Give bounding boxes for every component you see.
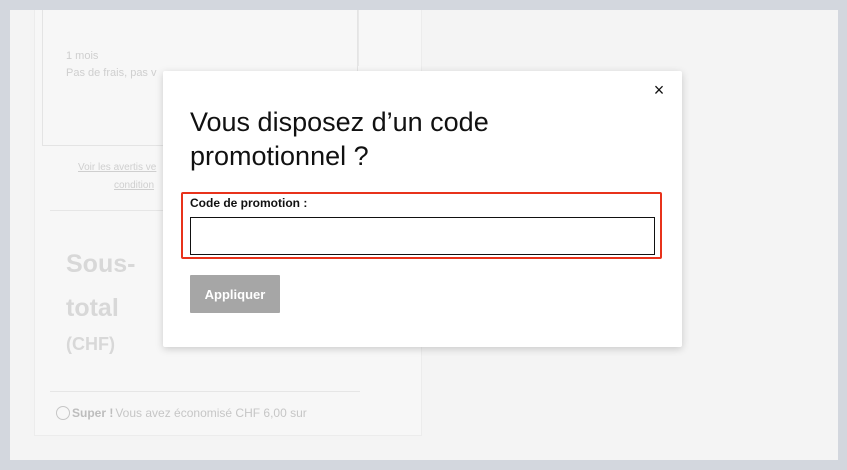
terms-link-line1[interactable]: Voir les avertis ve bbox=[78, 162, 156, 173]
savings-message: Super ! Vous avez économisé CHF 6,00 sur bbox=[56, 406, 307, 420]
savings-text: Vous avez économisé CHF 6,00 sur bbox=[115, 406, 307, 420]
page-viewport: 1 mois Pas de frais, pas v Voir les aver… bbox=[10, 10, 838, 460]
plan-fees: Pas de frais, pas v bbox=[66, 67, 157, 79]
subtotal-currency: (CHF) bbox=[66, 334, 115, 354]
brand-logo-icon bbox=[56, 406, 70, 420]
promo-code-modal: × Vous disposez d’un code promotionnel ?… bbox=[163, 71, 682, 347]
modal-title: Vous disposez d’un code promotionnel ? bbox=[190, 107, 489, 171]
close-icon[interactable]: × bbox=[648, 79, 670, 101]
promo-code-label: Code de promotion : bbox=[190, 196, 308, 210]
plan-duration: 1 mois bbox=[66, 50, 99, 62]
terms-link-line2[interactable]: condition bbox=[114, 180, 154, 191]
subtotal-label: Sous-total bbox=[66, 250, 136, 322]
savings-strong: Super ! bbox=[72, 406, 114, 420]
promo-code-input[interactable] bbox=[190, 217, 655, 255]
divider bbox=[50, 391, 360, 392]
apply-button[interactable]: Appliquer bbox=[190, 275, 280, 313]
side-column bbox=[358, 10, 420, 66]
